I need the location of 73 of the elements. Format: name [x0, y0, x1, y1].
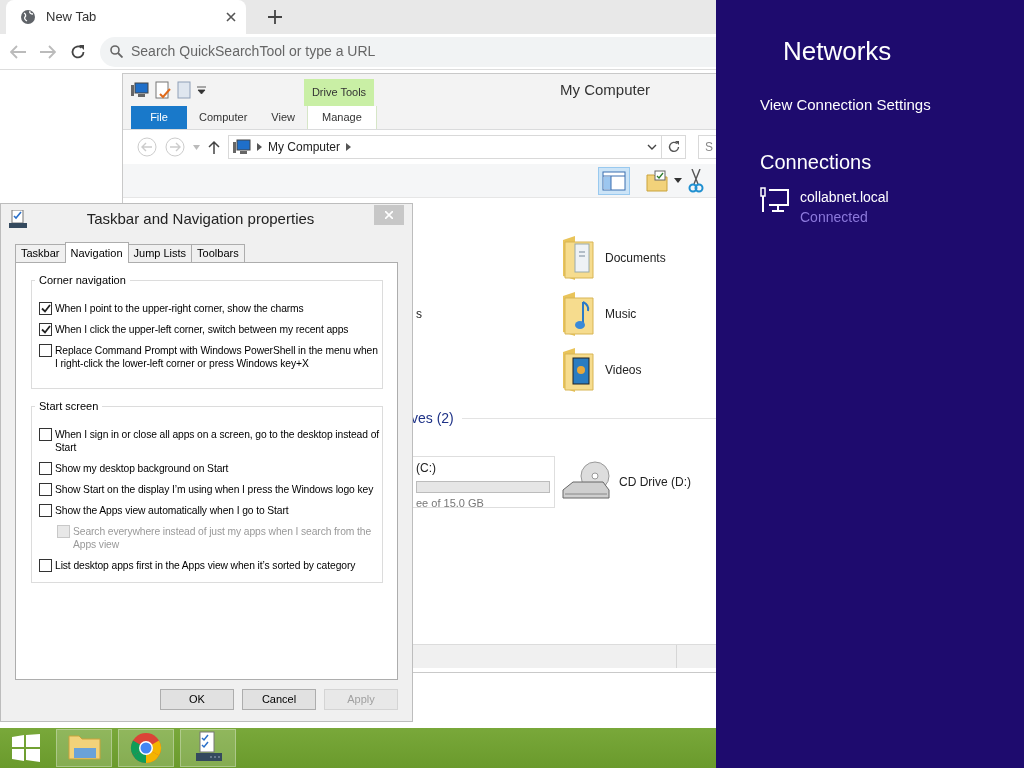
settings-link[interactable]: View Connection Settings	[760, 94, 931, 117]
option-label: When I point to the upper-right corner, show the charms	[55, 302, 304, 315]
dropdown-icon[interactable]	[647, 144, 657, 150]
drive-label: (C:)	[416, 460, 437, 477]
ribbon-tab[interactable]: Manage	[306, 106, 377, 129]
option-label: Show Start on the display I’m using when I press the Windows logo key	[55, 483, 374, 496]
tab[interactable]: Navigation	[64, 242, 129, 263]
ribbon-tab[interactable]: File	[131, 106, 187, 129]
dialog-button[interactable]: OK	[160, 689, 234, 710]
option-label: Show my desktop background on Start	[55, 462, 229, 475]
checkbox[interactable]	[39, 302, 52, 315]
item-label[interactable]: s	[416, 305, 422, 323]
new-tab-icon[interactable]	[268, 10, 282, 24]
tab-title: New Tab	[46, 8, 98, 27]
folder-item[interactable]: Documents	[561, 230, 691, 286]
chevron-icon	[257, 143, 262, 151]
checkbox[interactable]	[39, 559, 52, 572]
checkbox[interactable]	[39, 344, 52, 357]
panel-title: Networks	[783, 35, 893, 68]
drive-tile[interactable]: (C:) ee of 15.0 GB	[411, 456, 555, 508]
option-label: When I click the upper-left corner, switch between my recent apps	[55, 323, 349, 336]
network-name: collabnet.local	[800, 187, 889, 207]
folder-item[interactable]: Videos	[561, 342, 691, 398]
drive-item[interactable]: CD Drive (D:)	[561, 454, 691, 510]
drive-free-space: ee of 15.0 GB	[416, 496, 485, 511]
caret-icon[interactable]	[674, 178, 682, 183]
tab[interactable]: Jump Lists	[127, 244, 193, 262]
folder-check-icon[interactable]	[646, 169, 668, 192]
computer-icon[interactable]	[131, 82, 149, 98]
option-label: Search everywhere instead of just my apps when I search from the Apps view	[73, 525, 373, 551]
globe-icon	[20, 9, 36, 25]
ribbon-tab[interactable]: View	[259, 106, 307, 129]
ribbon-tab[interactable]: Computer	[187, 106, 260, 129]
tab[interactable]: Taskbar	[15, 244, 66, 262]
folder-icon	[561, 290, 597, 338]
option-label: Replace Command Prompt with Windows PowerShell in the menu when I right-click the lower-left corner or press Windows key+X	[55, 344, 379, 370]
search-icon	[110, 45, 123, 58]
properties-icon	[9, 210, 27, 228]
checkbox[interactable]	[39, 462, 52, 475]
refresh-icon[interactable]	[667, 141, 680, 153]
computer-icon	[233, 139, 251, 155]
up-arrow-icon[interactable]	[208, 140, 220, 154]
checkbox[interactable]	[39, 504, 52, 517]
folder-icon	[561, 234, 597, 282]
checkbox[interactable]	[39, 483, 52, 496]
address-field[interactable]: My Computer	[228, 135, 662, 159]
preview-pane-button[interactable]	[598, 166, 630, 195]
caret-icon[interactable]	[197, 86, 206, 94]
properties-icon[interactable]	[155, 81, 171, 99]
taskbar-app[interactable]	[180, 729, 236, 767]
connection-status: Connected	[800, 207, 869, 227]
address-bar[interactable]: Search QuickSearchTool or type a URL	[100, 36, 716, 67]
folder-icon	[561, 346, 597, 394]
section-heading: Connections	[760, 149, 873, 175]
tab[interactable]: Toolbars	[191, 244, 245, 262]
option-label: Show the Apps view automatically when I go to Start	[55, 504, 289, 517]
chevron-icon	[346, 143, 352, 151]
close-icon[interactable]	[226, 12, 236, 22]
network-icon	[760, 186, 790, 213]
chrome-icon	[128, 730, 164, 766]
network-item[interactable]: collabnet.local Connected	[760, 186, 1024, 227]
folder-item[interactable]: Music	[561, 286, 691, 342]
window-title: My Computer	[559, 79, 651, 100]
option-label: When I sign in or close all apps on a screen, go to the desktop instead of Start	[55, 428, 380, 454]
dialog-button[interactable]: Cancel	[242, 689, 316, 710]
reload-icon[interactable]	[70, 43, 86, 60]
dialog-title: Taskbar and Navigation properties	[85, 208, 316, 229]
scissors-icon[interactable]	[688, 168, 704, 193]
browser-tab[interactable]: New Tab	[6, 0, 246, 34]
ribbon-group-label: Drive Tools	[304, 79, 374, 106]
checkbox[interactable]	[39, 428, 52, 441]
checkbox[interactable]	[39, 323, 52, 336]
option-label: List desktop apps first in the Apps view when it’s sorted by category	[55, 559, 356, 572]
